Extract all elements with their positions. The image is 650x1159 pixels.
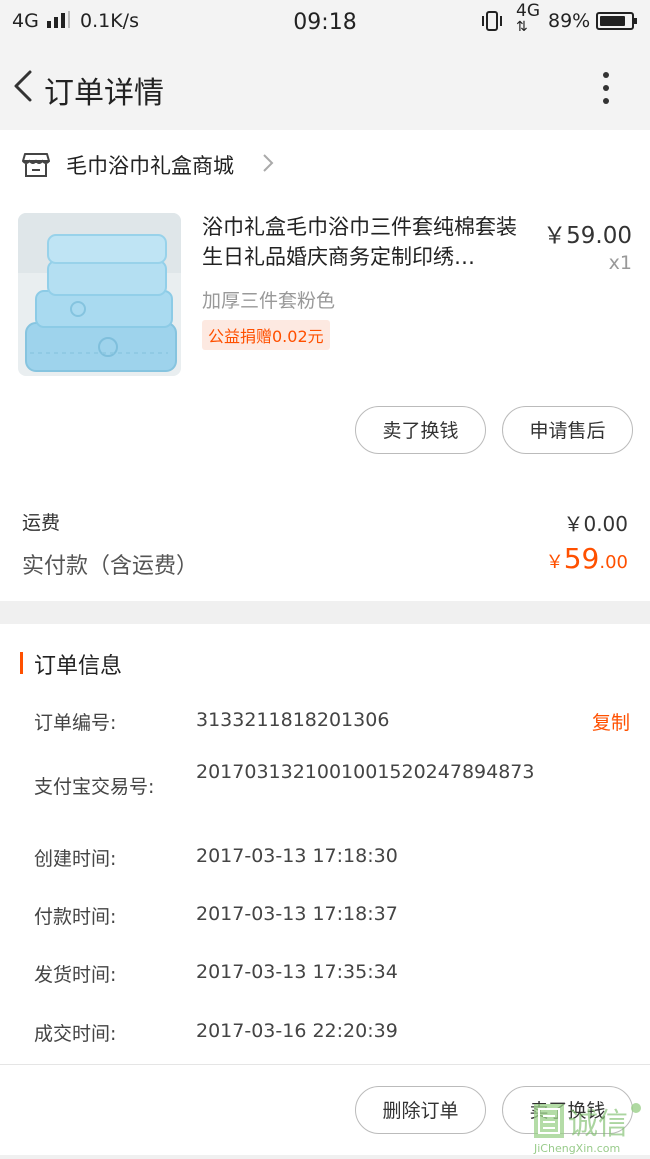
order-number-value: 3133211818201306 [196,709,390,731]
order-number-label: 订单编号: [34,712,117,734]
data-arrows-icon: ⇅ [516,19,528,35]
alipay-trade-label: 支付宝交易号: [34,776,155,798]
paid-decimal: .00 [599,552,628,573]
battery-icon [596,12,637,30]
battery-percent: 89% [548,10,591,32]
lte-label: 4G [516,1,540,21]
alipay-trade-value: 2017031321001001520247894873 [196,761,535,783]
status-bar: 4G 0.1K/s 09:18 4G ⇅ 89% [0,0,650,44]
paid-time-label: 付款时间: [34,906,117,928]
product-quantity: x1 [608,252,632,274]
paid-amount: ￥59.00 [480,542,628,575]
site-watermark-logo: 诚信 JiChengXin.com [532,1098,650,1155]
copy-button[interactable]: 复制 [570,708,630,735]
watermark-domain: JiChengXin.com [533,1142,620,1155]
paid-integer: 59 [563,542,600,575]
paid-currency: ￥ [545,552,564,573]
more-dot-icon [603,98,609,104]
product-image [18,213,181,376]
title-bar: 订单详情 [0,44,650,130]
shop-name: 毛巾浴巾礼盒商城 [66,154,234,178]
delete-order-button[interactable]: 删除订单 [355,1086,486,1134]
watermark-text: 诚信 [568,1107,628,1142]
shipped-time-label: 发货时间: [34,964,117,986]
battery-tip [634,18,637,24]
paid-time-value: 2017-03-13 17:18:37 [196,903,398,925]
shop-row[interactable]: 毛巾浴巾礼盒商城 [0,130,650,198]
apply-after-sales-button[interactable]: 申请售后 [502,406,633,454]
created-time-value: 2017-03-13 17:18:30 [196,845,398,867]
chevron-left-icon [14,70,32,102]
more-menu-button[interactable] [590,66,622,110]
store-icon [22,153,50,177]
shipping-value: ￥0.00 [563,512,628,536]
lte-indicator: 4G ⇅ [516,1,540,35]
order-info-card: 订单信息 订单编号: 3133211818201306 复制 支付宝交易号: 2… [0,624,650,1064]
order-info-heading: 订单信息 [34,654,123,679]
product-title: 浴巾礼盒毛巾浴巾三件套纯棉套装生日礼品婚庆商务定制印绣… [202,215,517,269]
battery-fill [600,16,625,26]
page-title: 订单详情 [44,76,164,111]
paid-label: 实付款（含运费） [22,554,199,579]
product-price: ￥59.00 [543,223,632,249]
product-spec: 加厚三件套粉色 [202,290,336,312]
order-card: 毛巾浴巾礼盒商城 浴巾礼盒毛巾浴巾三件套纯棉套装生日礼品婚庆商务定制印绣… ￥5… [0,130,650,601]
more-dot-icon [603,85,609,91]
completed-time-value: 2017-03-16 22:20:39 [196,1020,398,1042]
chevron-right-icon [263,154,274,172]
section-accent-bar [20,652,23,674]
completed-time-label: 成交时间: [34,1023,117,1045]
product-item[interactable]: 浴巾礼盒毛巾浴巾三件套纯棉套装生日礼品婚庆商务定制印绣… ￥59.00 x1 加… [0,198,650,398]
shipped-time-value: 2017-03-13 17:35:34 [196,961,398,983]
back-button[interactable] [6,66,46,106]
more-dot-icon [603,72,609,78]
shipping-label: 运费 [22,512,61,534]
sell-for-cash-button[interactable]: 卖了换钱 [355,406,486,454]
vibrate-icon [480,10,504,37]
charity-badge: 公益捐赠0.02元 [202,320,330,350]
created-time-label: 创建时间: [34,848,117,870]
